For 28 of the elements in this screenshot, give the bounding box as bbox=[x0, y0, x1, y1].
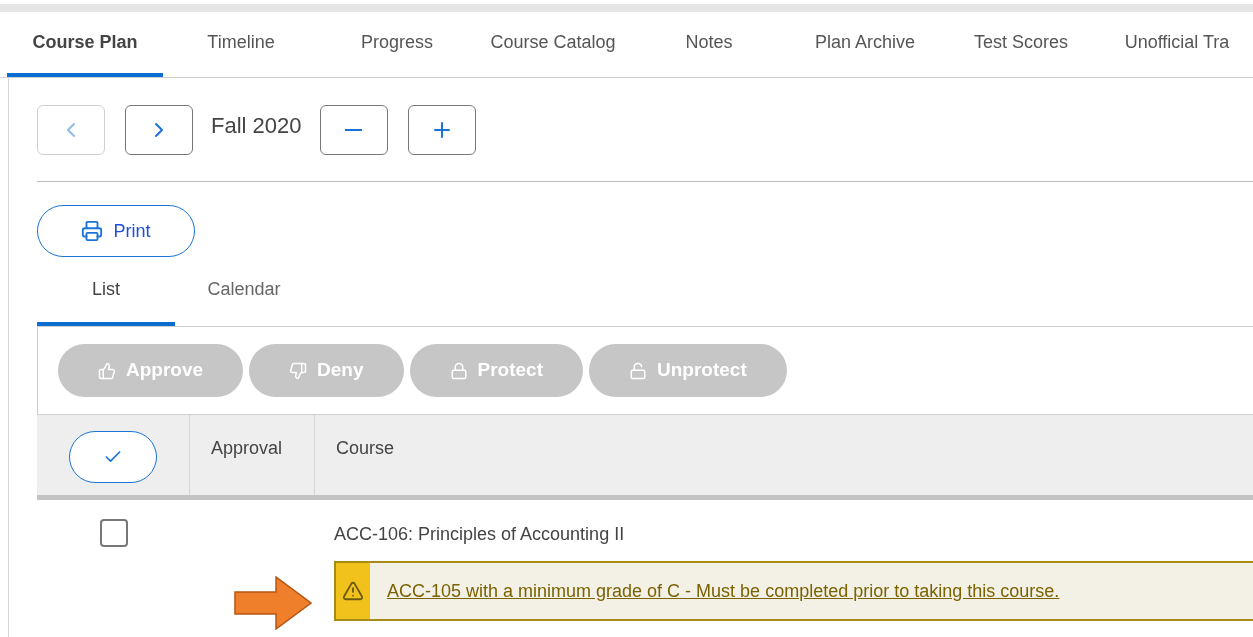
course-title: ACC-106: Principles of Accounting II bbox=[334, 523, 626, 546]
arrow-icon bbox=[234, 576, 312, 630]
nav-tab[interactable]: Progress bbox=[319, 12, 475, 77]
next-button[interactable] bbox=[125, 104, 193, 155]
nav-tab[interactable]: Test Scores bbox=[943, 12, 1099, 77]
nav-tab[interactable]: Unofficial Tra bbox=[1099, 12, 1253, 77]
nav-tab[interactable]: Course Catalog bbox=[475, 12, 631, 77]
add-term-button[interactable] bbox=[407, 104, 476, 155]
column-header: Approval bbox=[190, 415, 315, 495]
select-all-button[interactable] bbox=[69, 431, 157, 483]
minus-icon bbox=[345, 128, 362, 131]
unlocked-icon bbox=[629, 361, 647, 380]
view-tab[interactable]: List bbox=[37, 257, 175, 326]
column-header: Course bbox=[335, 437, 396, 460]
nav-tab[interactable]: Course Plan bbox=[7, 12, 163, 77]
remove-term-button[interactable] bbox=[319, 104, 388, 155]
nav-tab[interactable]: Notes bbox=[631, 12, 787, 77]
thumbs-up-icon bbox=[98, 361, 116, 380]
lock-icon bbox=[449, 361, 468, 380]
warning-icon bbox=[342, 580, 364, 602]
term-label: Fall 2020 bbox=[211, 112, 302, 140]
printer-icon bbox=[81, 220, 104, 242]
row-checkbox[interactable] bbox=[99, 519, 128, 547]
view-tab[interactable]: Calendar bbox=[175, 257, 313, 326]
warning-link[interactable]: ACC-105 with a minimum grade of C - Must be completed prior to taking this course. bbox=[387, 577, 1060, 605]
nav-tab[interactable]: Timeline bbox=[163, 12, 319, 77]
nav-tab[interactable]: Plan Archive bbox=[787, 12, 943, 77]
thumbs-down-icon bbox=[289, 361, 308, 380]
